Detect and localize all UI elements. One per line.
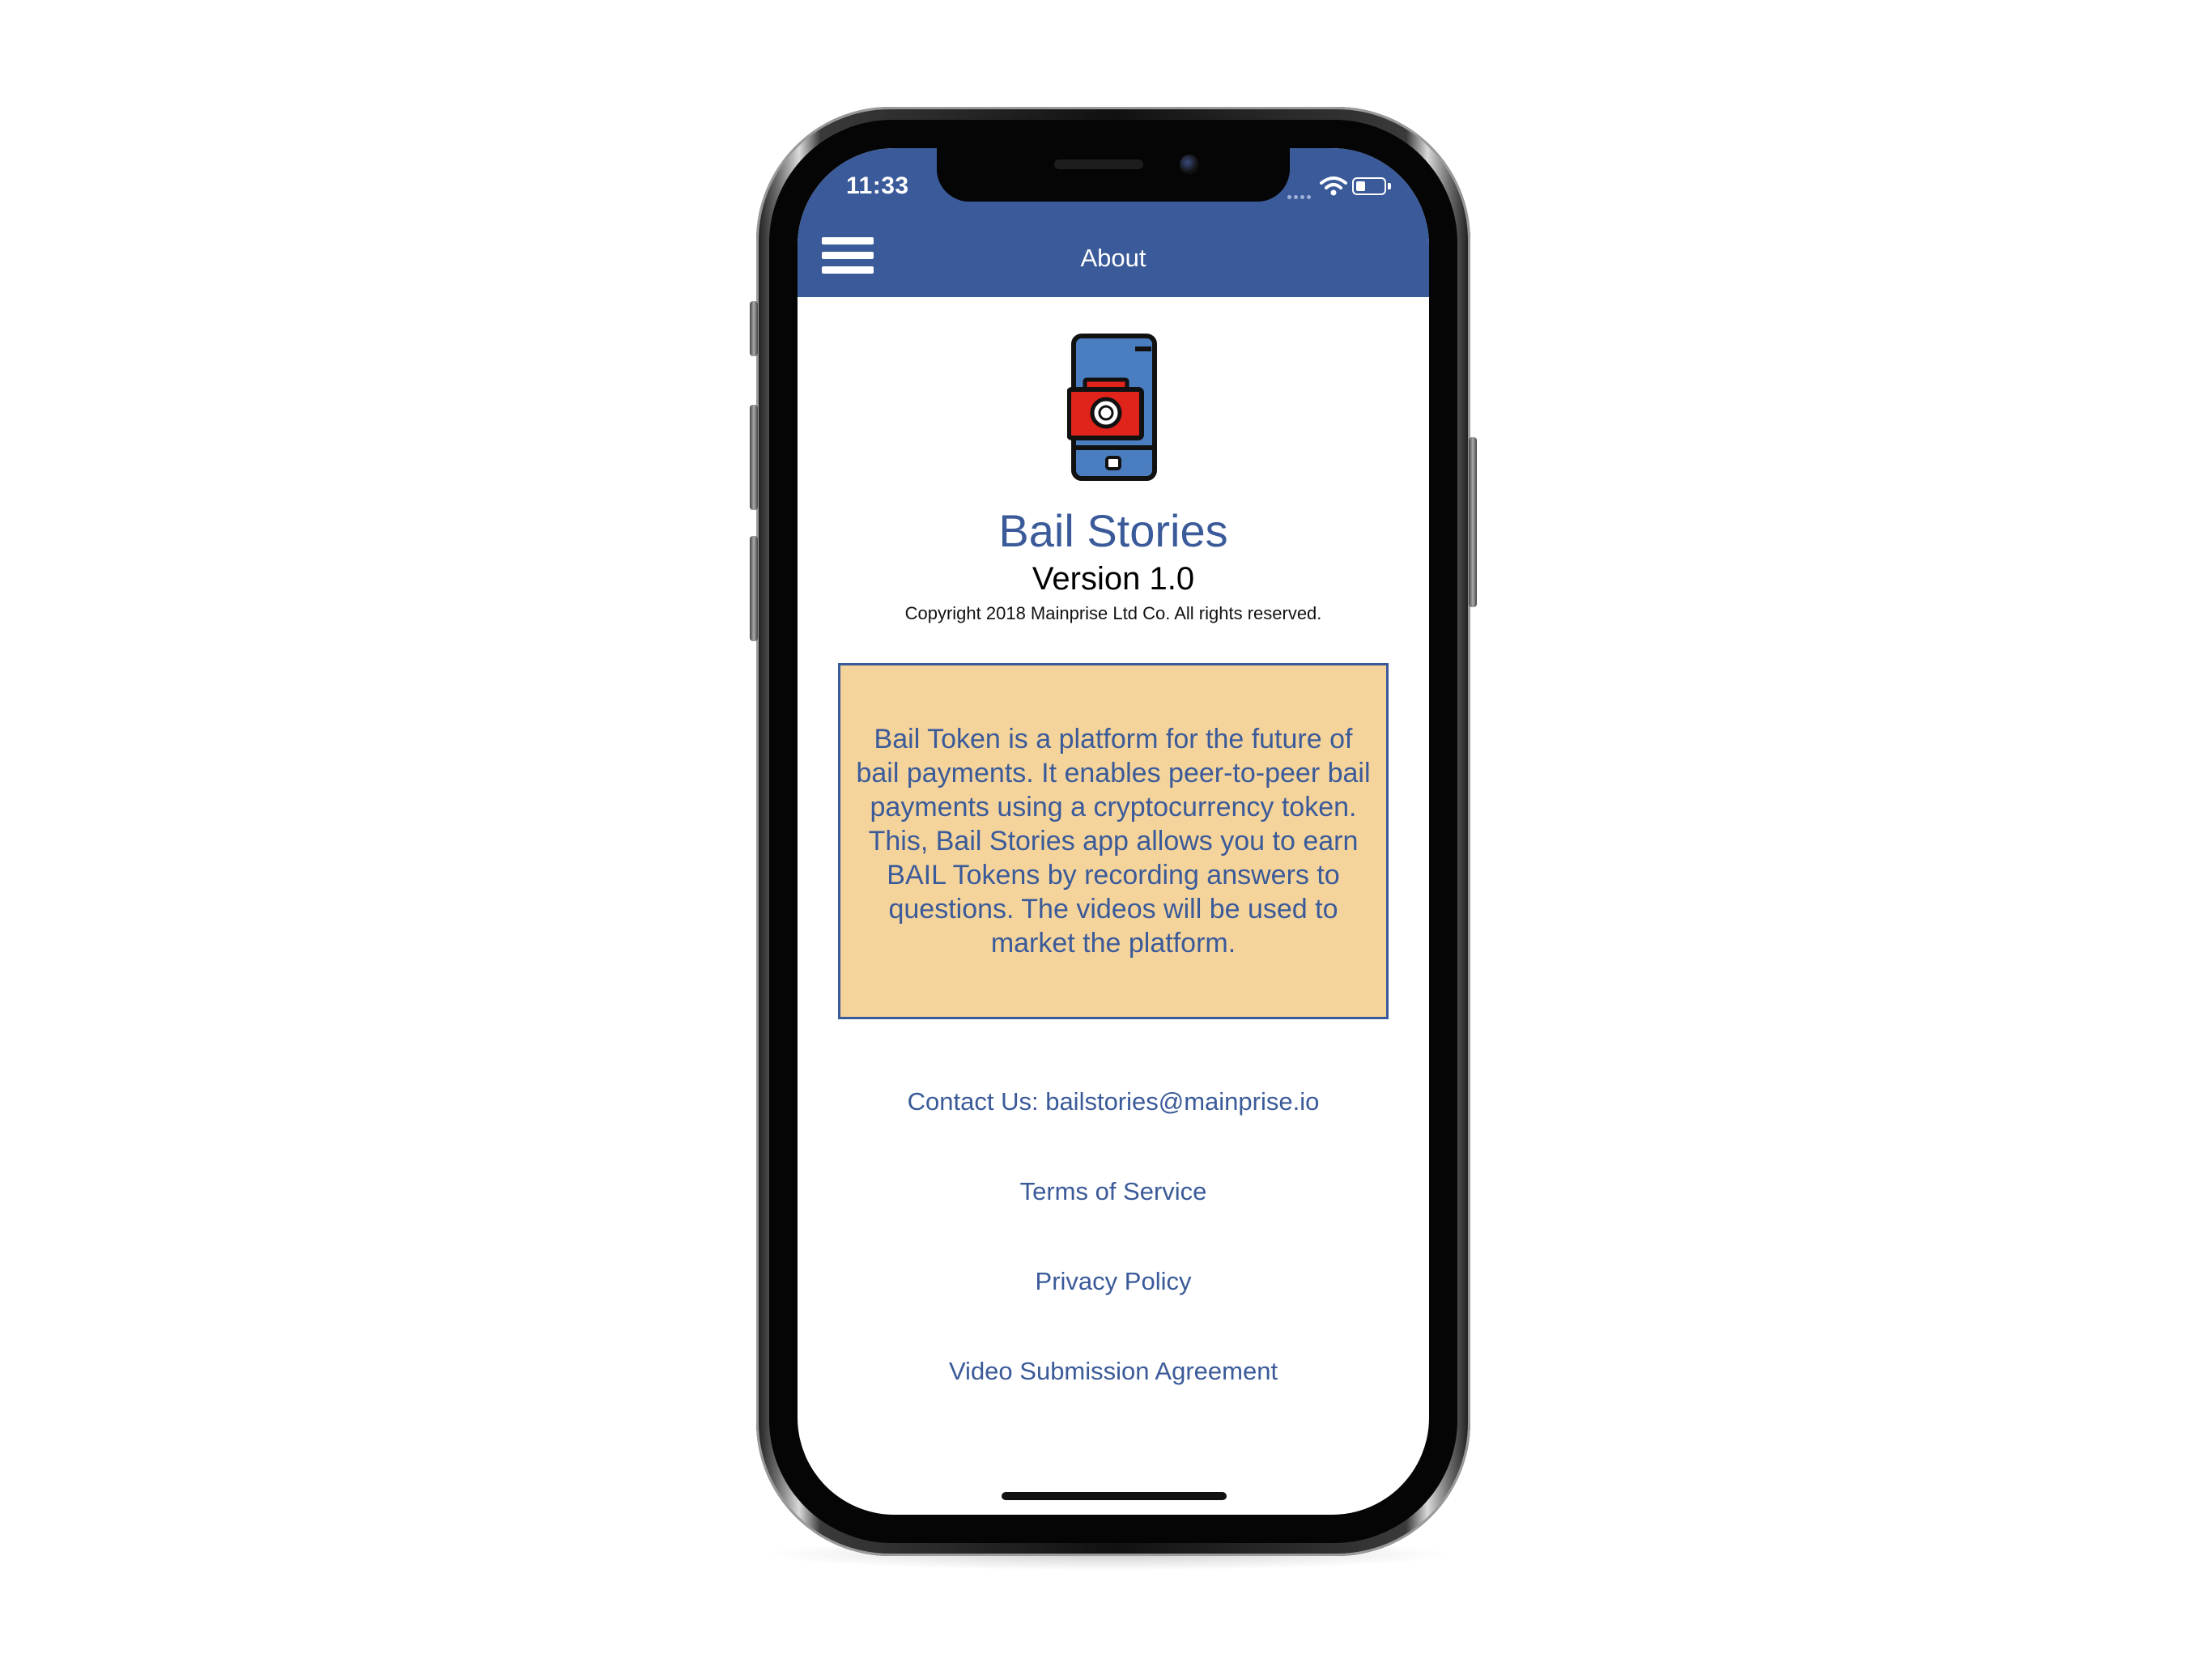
status-indicators: [1287, 172, 1409, 202]
volume-down-button: [750, 536, 758, 641]
volume-up-button: [750, 405, 758, 510]
power-button: [1469, 437, 1477, 607]
status-time: 11:33: [846, 172, 909, 199]
cellular-signal-icon: [1287, 189, 1320, 199]
description-box: Bail Token is a platform for the future …: [838, 663, 1389, 1019]
app-name: Bail Stories: [998, 505, 1228, 556]
description-text: Bail Token is a platform for the future …: [856, 724, 1371, 959]
phone-camera-icon: [1067, 334, 1157, 481]
battery-cap: [1388, 183, 1391, 189]
device-notch: [937, 148, 1290, 202]
app-version: Version 1.0: [1032, 561, 1195, 597]
front-camera: [1180, 155, 1199, 174]
contact-us-link[interactable]: Contact Us: bailstories@mainprise.io: [798, 1087, 1429, 1116]
terms-of-service-link[interactable]: Terms of Service: [798, 1177, 1429, 1206]
battery-icon: [1352, 177, 1386, 195]
copyright-text: Copyright 2018 Mainprise Ltd Co. All rig…: [904, 603, 1322, 623]
wifi-icon: [1320, 176, 1347, 196]
phone-screen: 11:33 About Bail Stories Version 1.0 Cop…: [798, 148, 1429, 1515]
video-submission-agreement-link[interactable]: Video Submission Agreement: [798, 1357, 1429, 1386]
mute-switch: [750, 301, 758, 356]
home-indicator[interactable]: [1002, 1492, 1227, 1500]
privacy-policy-link[interactable]: Privacy Policy: [798, 1267, 1429, 1296]
speaker-grille: [1054, 159, 1143, 169]
page-title: About: [1080, 244, 1146, 272]
